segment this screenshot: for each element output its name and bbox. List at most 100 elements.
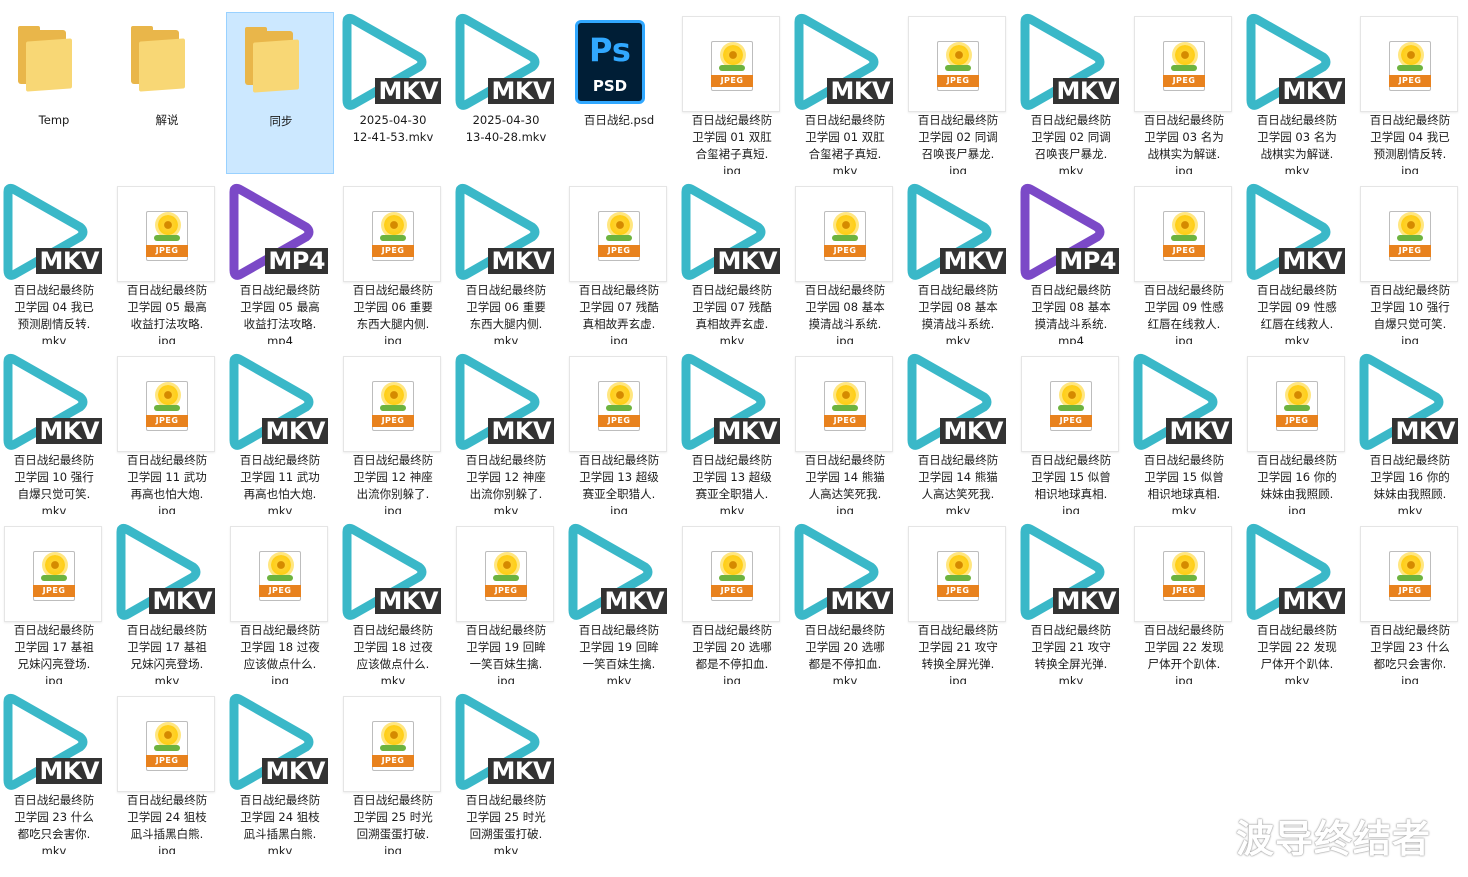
file-item[interactable]: MKV 百日战纪最终防 卫学园 01 双肛 合玺裙子真短. mkv [791,12,899,174]
file-item[interactable]: JPEG 百日战纪最终防 卫学园 18 过夜 应该做点什么. jpg [226,522,334,684]
video-mkv-icon: MKV [1017,12,1125,112]
file-item[interactable]: MKV 百日战纪最终防 卫学园 02 同调 召唤丧尸暴龙. mkv [1017,12,1125,174]
file-item[interactable]: JPEG 百日战纪最终防 卫学园 08 基本 摸清战斗系统. jpg [791,182,899,344]
file-item[interactable]: MKV 百日战纪最终防 卫学园 16 你的 妹妹由我照顾. mkv [1356,352,1464,514]
file-item[interactable]: JPEG 百日战纪最终防 卫学园 10 强行 自爆只觉可笑. jpg [1356,182,1464,344]
file-item[interactable]: JPEG 百日战纪最终防 卫学园 02 同调 召唤丧尸暴龙. jpg [904,12,1012,174]
folder-icon [113,12,221,112]
file-item[interactable]: MKV 百日战纪最终防 卫学园 20 选哪 都是不停扣血. mkv [791,522,899,684]
file-item[interactable]: JPEG 百日战纪最终防 卫学园 23 什么 都吃只会害你. jpg [1356,522,1464,684]
format-badge: MKV [1392,418,1458,444]
jpeg-icon: JPEG [1356,182,1464,282]
file-item[interactable]: MKV 百日战纪最终防 卫学园 11 武功 再高也怕大炮. mkv [226,352,334,514]
file-item[interactable]: 解说 [113,12,221,174]
jpeg-icon: JPEG [791,352,899,452]
video-mp4-icon: MP4 [226,182,334,282]
file-item[interactable]: MKV 2025-04-30 13-40-28.mkv [452,12,560,174]
file-item[interactable]: JPEG 百日战纪最终防 卫学园 19 回眸 一笑百妹生擒. jpg [452,522,560,684]
video-mkv-icon: MKV [1243,12,1351,112]
file-item[interactable]: MKV 百日战纪最终防 卫学园 04 我已 预测剧情反转. mkv [0,182,108,344]
file-item[interactable]: MKV 百日战纪最终防 卫学园 21 攻守 转换全屏光弹. mkv [1017,522,1125,684]
file-name: 百日战纪最终防 卫学园 17 基祖 兄妹闪亮登场. mkv [126,623,208,684]
file-item[interactable]: JPEG 百日战纪最终防 卫学园 24 狙枝 凪斗插黑白熊. jpg [113,692,221,854]
format-badge: MP4 [265,248,328,274]
video-mkv-icon: MKV [0,692,108,792]
video-mkv-icon: MKV [565,522,673,622]
video-mkv-icon: MKV [1243,182,1351,282]
file-item[interactable]: MKV 百日战纪最终防 卫学园 22 发现 尸体开个趴体. mkv [1243,522,1351,684]
format-badge: MKV [262,418,328,444]
file-item[interactable]: MKV 百日战纪最终防 卫学园 13 超级 赛亚全职猎人. mkv [678,352,786,514]
file-name: 百日战纪最终防 卫学园 22 发现 尸体开个趴体. mkv [1256,623,1338,684]
file-item[interactable]: JPEG 百日战纪最终防 卫学园 01 双肛 合玺裙子真短. jpg [678,12,786,174]
psd-ext-text: PSD [592,77,628,95]
format-badge: MKV [1279,248,1345,274]
file-item[interactable]: MKV 百日战纪最终防 卫学园 24 狙枝 凪斗插黑白熊. mkv [226,692,334,854]
file-name: 百日战纪最终防 卫学园 01 双肛 合玺裙子真短. mkv [804,113,886,174]
jpeg-icon: JPEG [904,12,1012,112]
file-item[interactable]: JPEG 百日战纪最终防 卫学园 09 性感 红唇在线救人. jpg [1130,182,1238,344]
file-item[interactable]: JPEG 百日战纪最终防 卫学园 11 武功 再高也怕大炮. jpg [113,352,221,514]
jpeg-band-label: JPEG [146,415,188,427]
jpeg-band-label: JPEG [259,585,301,597]
file-item[interactable]: MKV 百日战纪最终防 卫学园 03 名为 战棋实为解谜. mkv [1243,12,1351,174]
file-item[interactable]: MKV 百日战纪最终防 卫学园 14 熊猫 人高达笑死我. mkv [904,352,1012,514]
format-badge: MKV [375,588,441,614]
file-item[interactable]: MKV 百日战纪最终防 卫学园 15 似曾 相识地球真相. mkv [1130,352,1238,514]
file-item[interactable]: MKV 百日战纪最终防 卫学园 25 时光 回溯蛋蛋打破. mkv [452,692,560,854]
file-item[interactable]: MKV 百日战纪最终防 卫学园 09 性感 红唇在线救人. mkv [1243,182,1351,344]
file-item[interactable]: JPEG 百日战纪最终防 卫学园 12 神座 出流你别躲了. jpg [339,352,447,514]
file-item[interactable]: JPEG 百日战纪最终防 卫学园 06 重要 东西大腿内侧. jpg [339,182,447,344]
file-name: 百日战纪最终防 卫学园 24 狙枝 凪斗插黑白熊. jpg [126,793,208,854]
video-mkv-icon: MKV [791,12,899,112]
file-item[interactable]: JPEG 百日战纪最终防 卫学园 04 我已 预测剧情反转. jpg [1356,12,1464,174]
file-item[interactable]: MKV 百日战纪最终防 卫学园 10 强行 自爆只觉可笑. mkv [0,352,108,514]
file-name: 百日战纪最终防 卫学园 04 我已 预测剧情反转. mkv [13,283,95,344]
video-mkv-icon: MKV [339,12,447,112]
file-item[interactable]: MKV 百日战纪最终防 卫学园 17 基祖 兄妹闪亮登场. mkv [113,522,221,684]
file-item[interactable]: MP4 百日战纪最终防 卫学园 05 最高 收益打法攻略. mp4 [226,182,334,344]
file-name: 2025-04-30 12-41-53.mkv [352,113,434,144]
file-item[interactable]: MKV 百日战纪最终防 卫学园 18 过夜 应该做点什么. mkv [339,522,447,684]
file-item[interactable]: JPEG 百日战纪最终防 卫学园 22 发现 尸体开个趴体. jpg [1130,522,1238,684]
file-item[interactable]: MKV 百日战纪最终防 卫学园 07 残酷 真相故弄玄虚. mkv [678,182,786,344]
video-mkv-icon: MKV [226,352,334,452]
file-item[interactable]: JPEG 百日战纪最终防 卫学园 03 名为 战棋实为解谜. jpg [1130,12,1238,174]
file-name: 百日战纪最终防 卫学园 20 选哪 都是不停扣血. mkv [804,623,886,684]
folder-icon [227,13,335,113]
jpeg-icon: JPEG [113,692,221,792]
file-name: 百日战纪最终防 卫学园 10 强行 自爆只觉可笑. mkv [13,453,95,514]
file-item[interactable]: JPEG 百日战纪最终防 卫学园 14 熊猫 人高达笑死我. jpg [791,352,899,514]
file-item[interactable]: JPEG 百日战纪最终防 卫学园 21 攻守 转换全屏光弹. jpg [904,522,1012,684]
file-name: 百日战纪最终防 卫学园 11 武功 再高也怕大炮. mkv [239,453,321,514]
file-item[interactable]: 同步 [226,12,334,174]
file-item[interactable]: MKV 百日战纪最终防 卫学园 08 基本 摸清战斗系统. mkv [904,182,1012,344]
file-item[interactable]: JPEG 百日战纪最终防 卫学园 13 超级 赛亚全职猎人. jpg [565,352,673,514]
file-item[interactable]: MKV 百日战纪最终防 卫学园 06 重要 东西大腿内侧. mkv [452,182,560,344]
file-name: 百日战纪最终防 卫学园 24 狙枝 凪斗插黑白熊. mkv [239,793,321,854]
jpeg-band-label: JPEG [1389,75,1431,87]
file-item[interactable]: JPEG 百日战纪最终防 卫学园 15 似曾 相识地球真相. jpg [1017,352,1125,514]
file-name: 百日战纪最终防 卫学园 18 过夜 应该做点什么. mkv [352,623,434,684]
file-name: 同步 [269,114,293,128]
file-item[interactable]: JPEG 百日战纪最终防 卫学园 16 你的 妹妹由我照顾. jpg [1243,352,1351,514]
file-item[interactable]: JPEG 百日战纪最终防 卫学园 07 残酷 真相故弄玄虚. jpg [565,182,673,344]
file-item[interactable]: MKV 百日战纪最终防 卫学园 12 神座 出流你别躲了. mkv [452,352,560,514]
file-item[interactable]: Temp [0,12,108,174]
file-name: 百日战纪最终防 卫学园 05 最高 收益打法攻略. jpg [126,283,208,344]
file-item[interactable]: MKV 百日战纪最终防 卫学园 19 回眸 一笑百妹生擒. mkv [565,522,673,684]
file-item[interactable]: MP4 百日战纪最终防 卫学园 08 基本 摸清战斗系统. mp4 [1017,182,1125,344]
file-item[interactable]: JPEG 百日战纪最终防 卫学园 25 时光 回溯蛋蛋打破. jpg [339,692,447,854]
jpeg-band-label: JPEG [1050,415,1092,427]
jpeg-band-label: JPEG [1389,245,1431,257]
file-item[interactable]: Ps PSD 百日战纪.psd [565,12,673,174]
file-item[interactable]: JPEG 百日战纪最终防 卫学园 20 选哪 都是不停扣血. jpg [678,522,786,684]
video-mkv-icon: MKV [904,352,1012,452]
file-item[interactable]: MKV 百日战纪最终防 卫学园 23 什么 都吃只会害你. mkv [0,692,108,854]
file-item[interactable]: JPEG 百日战纪最终防 卫学园 17 基祖 兄妹闪亮登场. jpg [0,522,108,684]
file-item[interactable]: MKV 2025-04-30 12-41-53.mkv [339,12,447,174]
file-item[interactable]: JPEG 百日战纪最终防 卫学园 05 最高 收益打法攻略. jpg [113,182,221,344]
file-name: 百日战纪最终防 卫学园 23 什么 都吃只会害你. jpg [1369,623,1451,684]
file-name: 2025-04-30 13-40-28.mkv [465,113,547,144]
file-grid: Temp 解说 同步 MKV 2025-04-30 12-41-53.mkv MKV 202… [0,0,1468,877]
